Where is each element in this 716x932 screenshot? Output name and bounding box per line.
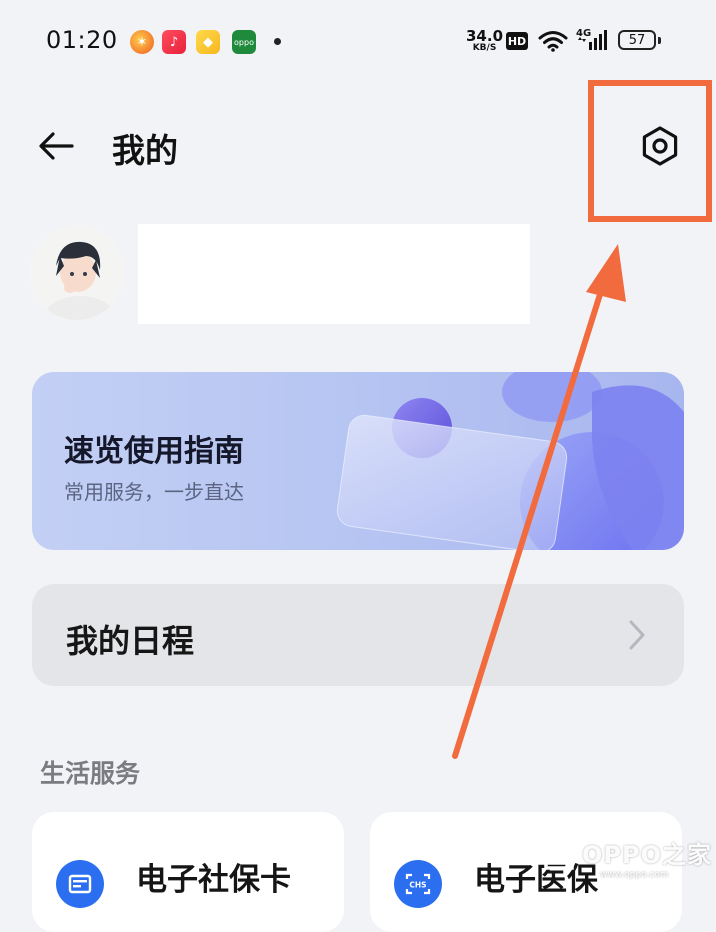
status-bar: 01:20 ✶ ♪ ◆ oppo 34.0 KB/S HD 4G 57: [0, 0, 716, 84]
annotation-highlight-box: [588, 80, 712, 222]
house-logo-icon: [538, 834, 580, 870]
watermark: OPPO之家: [536, 832, 712, 872]
social-security-card-icon: [56, 860, 104, 908]
back-arrow-icon[interactable]: [36, 126, 76, 166]
guide-card-title: 速览使用指南: [64, 434, 244, 469]
notification-dot-icon: [274, 38, 281, 45]
battery-indicator: 57: [618, 30, 656, 50]
avatar-illustration: [30, 226, 124, 320]
status-time: 01:20: [46, 26, 118, 54]
wifi-icon: [538, 31, 568, 52]
section-title-life-services: 生活服务: [40, 759, 141, 788]
guide-card-subtitle: 常用服务，一步直达: [64, 480, 244, 504]
watermark-text: OPPO之家: [582, 840, 712, 869]
my-schedule-label: 我的日程: [66, 622, 195, 660]
service-label: 电子社保卡: [136, 862, 291, 898]
weibo-icon: ✶: [130, 30, 154, 54]
battery-tip: [658, 37, 661, 44]
wallet-icon: ◆: [196, 30, 220, 54]
network-speed: 34.0 KB/S: [466, 29, 503, 54]
username-redacted: [138, 224, 530, 324]
page-title: 我的: [112, 131, 178, 170]
hd-badge: HD: [506, 32, 528, 50]
my-schedule-row[interactable]: 我的日程: [32, 584, 684, 686]
guide-card[interactable]: 速览使用指南 常用服务，一步直达: [32, 372, 684, 550]
oppo-app-icon: oppo: [232, 30, 256, 54]
watermark-url: www.oppo.com: [600, 870, 669, 880]
music-icon: ♪: [162, 30, 186, 54]
signal-icon: [578, 30, 607, 50]
medical-insurance-icon: CHS: [394, 860, 442, 908]
chevron-right-icon: [629, 620, 645, 650]
svg-text:CHS: CHS: [409, 881, 426, 890]
avatar[interactable]: [30, 226, 124, 320]
service-card-social-security[interactable]: 电子社保卡: [32, 812, 344, 932]
